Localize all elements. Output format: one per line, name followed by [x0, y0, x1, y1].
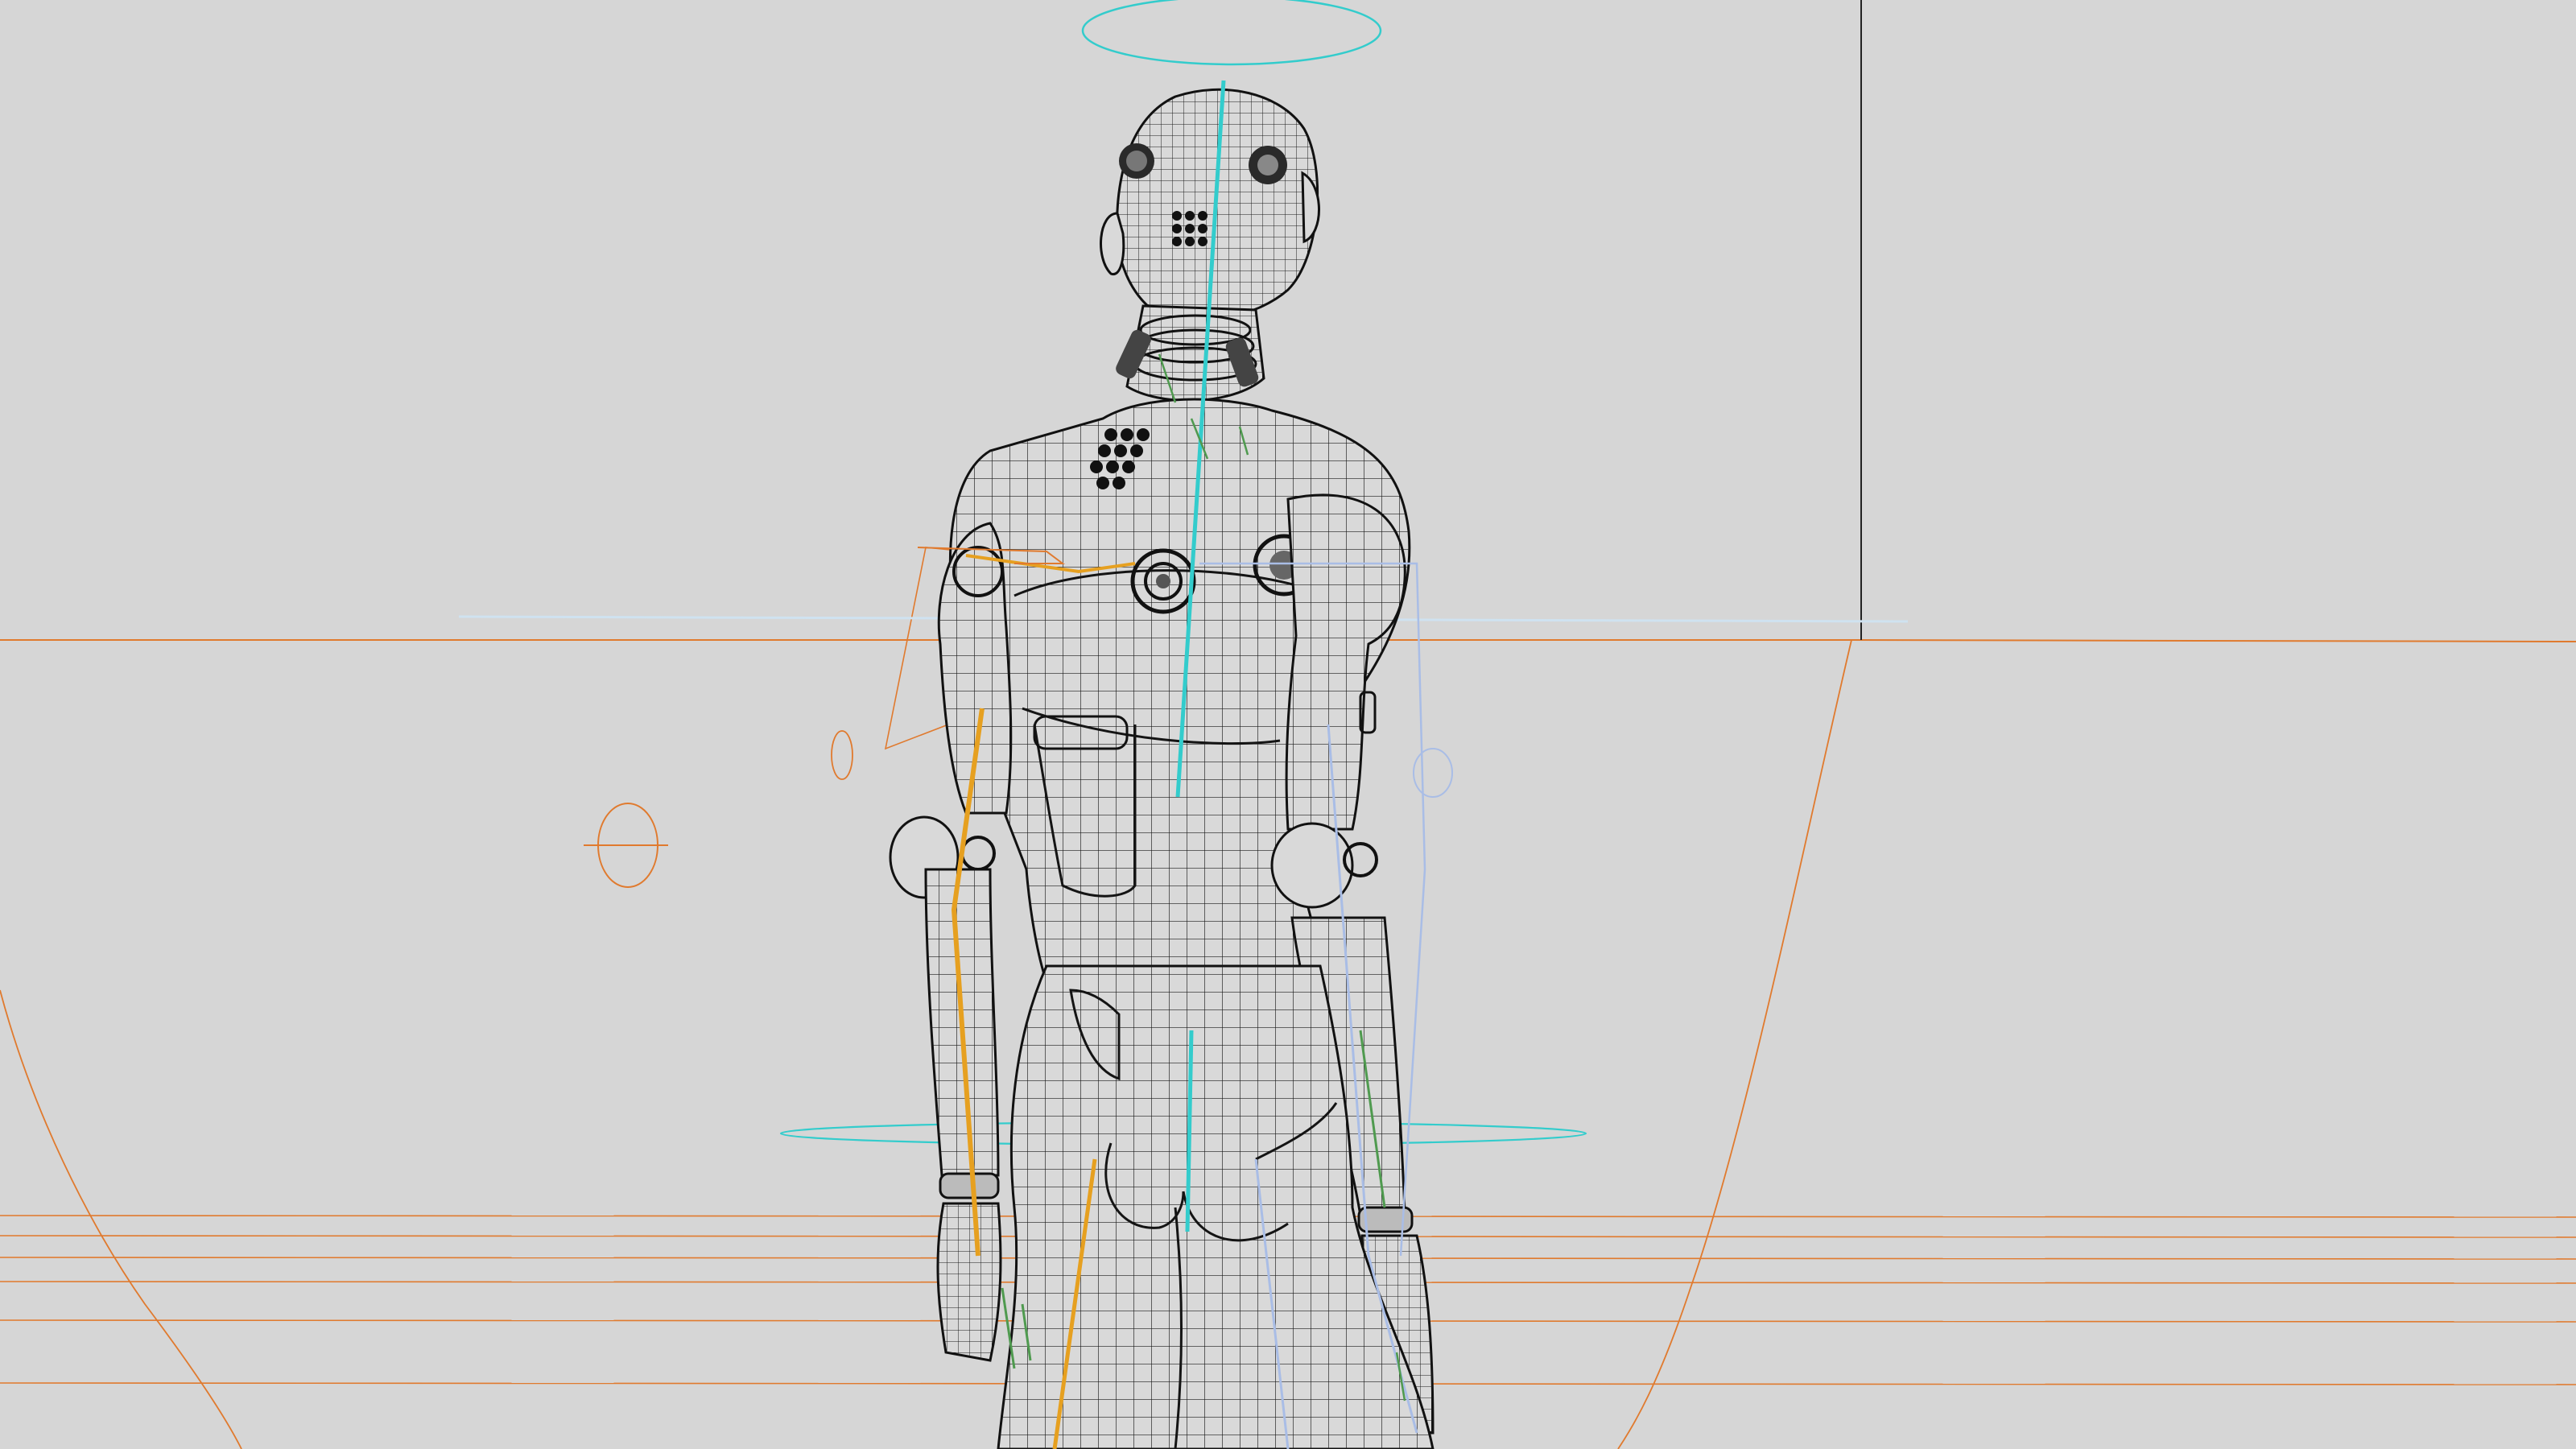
- locator-target-small[interactable]: [831, 730, 853, 780]
- locator-target-left[interactable]: [584, 803, 668, 888]
- locator-target-right[interactable]: [1413, 748, 1453, 798]
- neck[interactable]: [1114, 304, 1265, 402]
- viewport-canvas[interactable]: [0, 0, 2576, 1449]
- head-control-ring[interactable]: [1081, 0, 1382, 66]
- head-speaker-grid: [1172, 211, 1208, 246]
- 3d-viewport[interactable]: [0, 0, 2576, 1449]
- left-arm[interactable]: [889, 522, 1013, 1362]
